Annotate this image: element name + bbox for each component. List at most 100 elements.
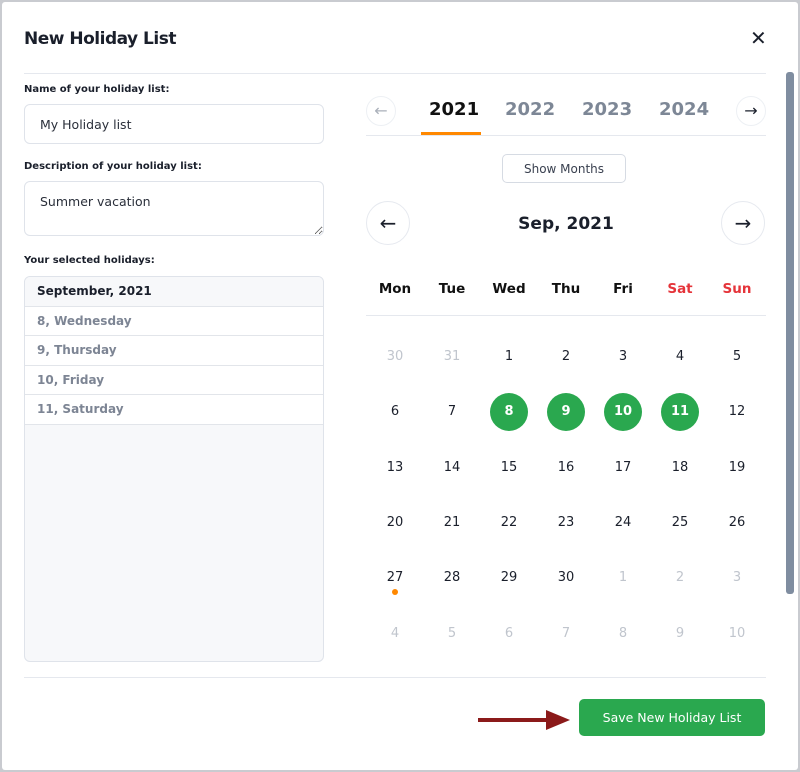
calendar-day[interactable]: 28: [433, 559, 471, 597]
calendar-day[interactable]: 24: [604, 504, 642, 542]
calendar-day[interactable]: 23: [547, 504, 585, 542]
calendar-day[interactable]: 4: [376, 615, 414, 653]
day-number: 6: [390, 404, 400, 419]
day-number: 10: [728, 626, 746, 641]
calendar-day[interactable]: 26: [718, 504, 756, 542]
calendar-day[interactable]: 8: [490, 393, 528, 431]
day-number: 19: [728, 460, 746, 475]
tab-year-2021[interactable]: 2021: [429, 99, 479, 120]
calendar-day[interactable]: 11: [661, 393, 699, 431]
day-number: 17: [614, 460, 632, 475]
divider: [366, 315, 766, 316]
day-number: 30: [557, 570, 575, 585]
month-title: Sep, 2021: [518, 214, 614, 234]
calendar-day[interactable]: 22: [490, 504, 528, 542]
holiday-item: 10, Friday: [25, 365, 323, 395]
calendar-day[interactable]: 3: [718, 559, 756, 597]
holiday-item: 11, Saturday: [25, 395, 323, 425]
day-number: 24: [614, 515, 632, 530]
calendar-day[interactable]: 5: [718, 338, 756, 376]
tab-year-2022[interactable]: 2022: [505, 99, 555, 120]
calendar-day[interactable]: 30: [547, 559, 585, 597]
calendar-day[interactable]: 2: [661, 559, 699, 597]
day-number: 31: [443, 349, 461, 364]
description-textarea[interactable]: Summer vacation: [24, 181, 324, 236]
calendar-day[interactable]: 2: [547, 338, 585, 376]
prev-year-button[interactable]: ←: [366, 96, 396, 126]
calendar-day[interactable]: 1: [604, 559, 642, 597]
calendar-day[interactable]: 7: [433, 393, 471, 431]
calendar-day[interactable]: 10: [604, 393, 642, 431]
calendar-day[interactable]: 16: [547, 449, 585, 487]
day-number: 9: [675, 626, 685, 641]
next-year-button[interactable]: →: [736, 96, 766, 126]
day-number: 21: [443, 515, 461, 530]
calendar-day[interactable]: 13: [376, 449, 414, 487]
calendar-day[interactable]: 17: [604, 449, 642, 487]
today-indicator: [392, 589, 398, 595]
show-months-button[interactable]: Show Months: [502, 154, 626, 183]
day-number: 3: [732, 570, 742, 585]
weekday-header: Sun: [722, 281, 752, 297]
close-icon[interactable]: ✕: [750, 26, 767, 50]
calendar-day[interactable]: 6: [490, 615, 528, 653]
tab-year-2023[interactable]: 2023: [582, 99, 632, 120]
weekday-header: Sat: [667, 281, 693, 297]
calendar-day[interactable]: 14: [433, 449, 471, 487]
calendar-day[interactable]: 12: [718, 393, 756, 431]
weekday-header: Mon: [378, 281, 412, 297]
day-number: 6: [504, 626, 514, 641]
day-number: 7: [561, 626, 571, 641]
calendar-day[interactable]: 5: [433, 615, 471, 653]
day-number: 2: [561, 349, 571, 364]
day-number: 1: [504, 349, 514, 364]
calendar-day[interactable]: 1: [490, 338, 528, 376]
day-number: 8: [504, 404, 514, 419]
calendar-day[interactable]: 9: [661, 615, 699, 653]
calendar-day[interactable]: 31: [433, 338, 471, 376]
dialog-title: New Holiday List: [24, 29, 176, 49]
calendar-day[interactable]: 3: [604, 338, 642, 376]
day-number: 5: [447, 626, 457, 641]
day-number: 28: [443, 570, 461, 585]
calendar-day[interactable]: 25: [661, 504, 699, 542]
day-number: 4: [390, 626, 400, 641]
calendar-day[interactable]: 21: [433, 504, 471, 542]
name-input[interactable]: [24, 104, 324, 144]
calendar-day[interactable]: 27: [376, 559, 414, 597]
calendar-day[interactable]: 30: [376, 338, 414, 376]
day-number: 7: [447, 404, 457, 419]
selected-holidays-list: September, 2021 8, Wednesday 9, Thursday 1…: [24, 276, 324, 662]
description-label: Description of your holiday list:: [24, 161, 202, 172]
calendar-day[interactable]: 7: [547, 615, 585, 653]
day-number: 2: [675, 570, 685, 585]
tab-year-2024[interactable]: 2024: [659, 99, 709, 120]
calendar-day[interactable]: 4: [661, 338, 699, 376]
calendar-day[interactable]: 10: [718, 615, 756, 653]
arrow-annotation-icon: [478, 710, 570, 730]
calendar-day[interactable]: 19: [718, 449, 756, 487]
calendar-day[interactable]: 6: [376, 393, 414, 431]
day-number: 20: [386, 515, 404, 530]
day-number: 5: [732, 349, 742, 364]
scrollbar[interactable]: [786, 72, 794, 594]
calendar-day[interactable]: 20: [376, 504, 414, 542]
save-new-holiday-list-button[interactable]: Save New Holiday List: [579, 699, 765, 736]
weekday-header: Wed: [492, 281, 526, 297]
weekday-header: Thu: [551, 281, 581, 297]
day-number: 18: [671, 460, 689, 475]
day-number: 26: [728, 515, 746, 530]
weekday-header: Tue: [438, 281, 466, 297]
calendar-day[interactable]: 15: [490, 449, 528, 487]
divider: [366, 135, 766, 136]
holiday-item: 8, Wednesday: [25, 306, 323, 336]
day-number: 3: [618, 349, 628, 364]
calendar-day[interactable]: 9: [547, 393, 585, 431]
day-number: 9: [561, 404, 571, 419]
calendar-day[interactable]: 8: [604, 615, 642, 653]
list-header: September, 2021: [25, 277, 323, 307]
day-number: 15: [500, 460, 518, 475]
calendar-day[interactable]: 29: [490, 559, 528, 597]
calendar-day[interactable]: 18: [661, 449, 699, 487]
divider: [24, 677, 766, 678]
